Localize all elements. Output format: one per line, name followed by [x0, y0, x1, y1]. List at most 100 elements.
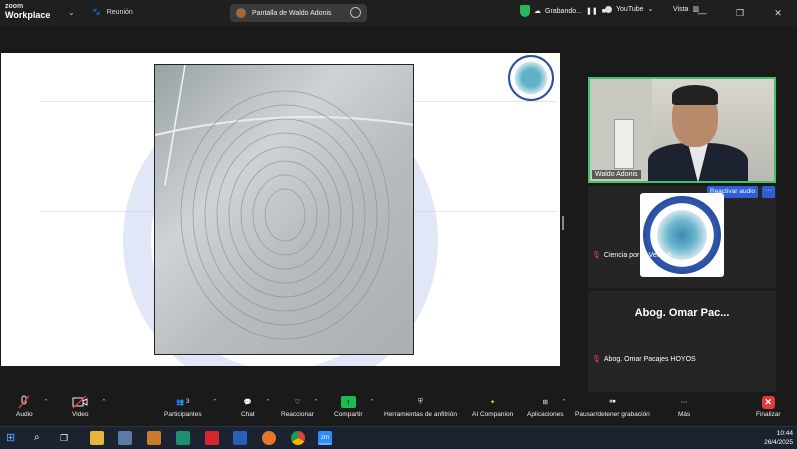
recording-status[interactable]: ☁ Grabando... ❚❚ ■ [520, 5, 606, 17]
apps-button[interactable]: ⊞ Aplicaciones [527, 395, 564, 418]
project-app-icon[interactable] [176, 431, 190, 445]
caret-up-icon[interactable]: ⌃ [369, 398, 375, 406]
video-tile-waldo[interactable]: Waldo Adonis [588, 77, 776, 183]
share-button[interactable]: ↑ Compartir [334, 395, 363, 418]
meeting-info-button[interactable]: 🐾 Reunión [92, 8, 133, 17]
zoom-taskbar-icon[interactable]: zm [318, 431, 332, 445]
participant-display-name: Abog. Omar Pac... [634, 307, 730, 319]
cloud-icon: ☁ [534, 8, 541, 15]
youtube-stream-button[interactable]: YouTube ⌄ [605, 5, 653, 13]
brand-line2: Workplace [5, 10, 51, 20]
participant-label-ciencia: 🎙 Ciencia por la Verdad [592, 251, 671, 260]
seal-year: Since 2020 [669, 259, 695, 265]
minimize-icon[interactable]: — [683, 0, 721, 26]
firefox-icon[interactable] [262, 431, 276, 445]
ai-companion-label: AI Companion [472, 411, 514, 418]
video-label: Video [72, 411, 89, 418]
chat-button[interactable]: 💬 Chat [241, 395, 255, 418]
ciencia-avatar: Since 2020 [640, 193, 724, 277]
react-button[interactable]: ♡ Reaccionar [281, 395, 314, 418]
zoom-logo: zoom Workplace [5, 3, 51, 20]
live-icon [605, 5, 612, 13]
more-button[interactable]: ⋯ Más [678, 395, 690, 418]
caret-up-icon[interactable]: ⌃ [561, 398, 567, 406]
window-controls: — ❐ ✕ [683, 0, 797, 26]
host-tools-label: Herramientas de anfitrión [384, 411, 457, 418]
chevron-down-icon: ⌄ [647, 6, 654, 13]
participants-label: Participantes [164, 411, 202, 418]
windows-start-icon[interactable]: ⊞ [6, 431, 20, 445]
paw-icon: 🐾 [92, 9, 101, 16]
caret-up-icon[interactable]: ⌃ [101, 398, 107, 406]
caret-up-icon[interactable]: ⌃ [43, 398, 49, 406]
file-explorer-icon[interactable] [90, 431, 104, 445]
ai-companion-button[interactable]: ✦ AI Companion [472, 395, 513, 418]
shield-icon: ⛨ [418, 398, 423, 405]
meeting-stage: Waldo Adonis Reactivar audio ··· Since 2… [0, 26, 797, 393]
recording-label: Grabando... [545, 7, 582, 15]
share-arrow-icon: ↑ [340, 396, 356, 408]
search-icon[interactable]: ⌕ [34, 431, 48, 445]
caret-up-icon[interactable]: ⌃ [265, 398, 271, 406]
pause-icon[interactable]: ❚❚ [586, 7, 598, 15]
chat-label: Chat [241, 411, 255, 418]
clock-date: 26/4/2025 [764, 439, 793, 446]
sparkle-icon: ✦ [489, 399, 496, 406]
more-icon: ⋯ [680, 399, 688, 406]
clock-time: 10:44 [776, 430, 793, 437]
close-icon[interactable]: ✕ [759, 0, 797, 26]
host-tools-button[interactable]: ⛨ Herramientas de anfitrión [384, 395, 457, 418]
splitter-handle[interactable] [562, 216, 564, 230]
meeting-label: Reunión [106, 8, 133, 16]
media-app-icon[interactable] [147, 431, 161, 445]
mic-muted-icon: 🎙 [592, 356, 601, 363]
end-label: Finalizar [756, 411, 781, 418]
end-meeting-button[interactable]: ✕ Finalizar [756, 395, 781, 418]
title-bar: zoom Workplace ⌄ 🐾 Reunión Pantalla de W… [0, 0, 797, 26]
participant-name: Waldo Adonis [592, 170, 641, 179]
pdf-reader-icon[interactable] [205, 431, 219, 445]
caret-up-icon[interactable]: ⌃ [313, 398, 319, 406]
chat-icon: 💬 [243, 399, 252, 406]
pause-stop-icon: ⏸⏹ [609, 398, 616, 405]
mic-off-icon [17, 395, 31, 409]
recording-control-label: Pausar/detener grabación [575, 411, 650, 418]
speaker-hair [672, 85, 718, 105]
more-options-icon[interactable]: ··· [762, 186, 775, 198]
view-options-icon[interactable] [350, 7, 361, 18]
apps-icon: ⊞ [542, 399, 548, 406]
meeting-toolbar: Audio ⌃ Video ⌃ 👥 3 Participantes ⌃ 💬 Cha… [0, 392, 797, 426]
task-view-icon[interactable]: ❐ [60, 431, 74, 445]
system-clock[interactable]: 10:44 26/4/2025 [764, 429, 793, 447]
avatar-icon [236, 8, 246, 18]
mic-muted-icon: 🎙 [592, 252, 601, 259]
control-panel-icon[interactable] [118, 431, 132, 445]
participants-button[interactable]: 👥 3 Participantes [164, 395, 202, 418]
more-label: Más [678, 411, 691, 418]
institution-seal-icon [508, 55, 554, 101]
share-label: Compartir [334, 411, 363, 418]
participant-count: 3 [186, 399, 190, 405]
chrome-icon[interactable] [291, 431, 305, 445]
react-label: Reaccionar [281, 411, 314, 418]
video-button[interactable]: Video [72, 395, 89, 418]
security-shield-icon [520, 5, 530, 17]
camera-off-icon [72, 395, 88, 409]
maximize-icon[interactable]: ❐ [721, 0, 759, 26]
participants-icon: 👥 3 [176, 399, 190, 406]
audio-label: Audio [16, 411, 33, 418]
participant-name: Abog. Omar Pacajes HOYOS [603, 355, 696, 363]
windows-taskbar: ⊞ ⌕ ❐ zm 10:44 26/4/2025 [0, 426, 797, 449]
screen-share-pill[interactable]: Pantalla de Waldo Adonis [230, 4, 367, 22]
heart-icon: ♡ [294, 399, 301, 406]
fingerprint-texture [155, 65, 413, 340]
participant-label-omar: 🎙 Abog. Omar Pacajes HOYOS [592, 355, 696, 364]
recording-control-button[interactable]: ⏸⏹ Pausar/detener grabación [575, 395, 650, 418]
caret-up-icon[interactable]: ⌃ [212, 398, 218, 406]
apps-label: Aplicaciones [527, 411, 564, 418]
end-x-icon: ✕ [761, 395, 775, 409]
audio-button[interactable]: Audio [16, 395, 33, 418]
fingerprint-seal-icon: Since 2020 [643, 196, 721, 274]
chevron-down-icon[interactable]: ⌄ [68, 8, 75, 17]
word-icon[interactable] [233, 431, 247, 445]
